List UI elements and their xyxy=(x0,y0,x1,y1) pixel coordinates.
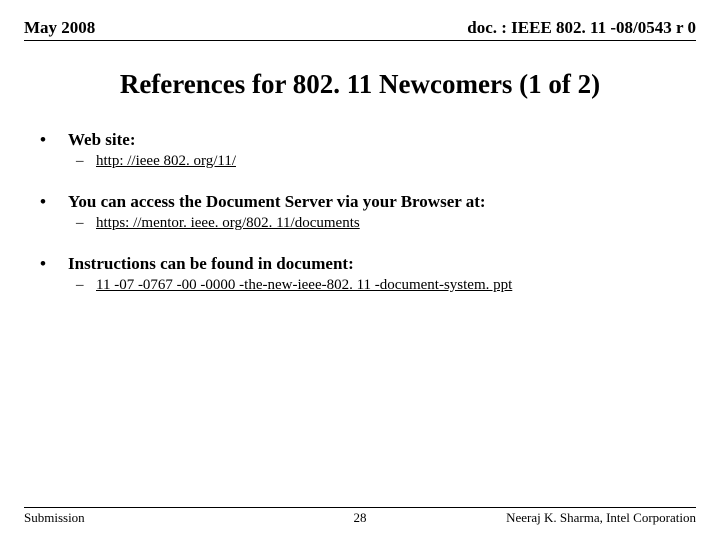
slide-footer: Submission 28 Neeraj K. Sharma, Intel Co… xyxy=(24,507,696,526)
bullet-icon: • xyxy=(40,192,68,212)
bullet-item: • You can access the Document Server via… xyxy=(40,192,688,212)
bullet-icon: • xyxy=(40,254,68,274)
slide: May 2008 doc. : IEEE 802. 11 -08/0543 r … xyxy=(0,0,720,540)
bullet-text: Instructions can be found in document: xyxy=(68,254,354,274)
dash-icon: – xyxy=(76,215,96,232)
slide-content: • Web site: – http: //ieee 802. org/11/ … xyxy=(24,130,696,294)
footer-left: Submission xyxy=(24,510,85,526)
bullet-text: You can access the Document Server via y… xyxy=(68,192,486,212)
slide-header: May 2008 doc. : IEEE 802. 11 -08/0543 r … xyxy=(24,18,696,41)
footer-author: Neeraj K. Sharma, Intel Corporation xyxy=(506,510,696,526)
sub-bullet-item: – http: //ieee 802. org/11/ xyxy=(76,153,688,170)
dash-icon: – xyxy=(76,277,96,294)
sub-bullet-item: – 11 -07 -0767 -00 -0000 -the-new-ieee-8… xyxy=(76,277,688,294)
bullet-item: • Instructions can be found in document: xyxy=(40,254,688,274)
bullet-item: • Web site: xyxy=(40,130,688,150)
slide-title: References for 802. 11 Newcomers (1 of 2… xyxy=(24,69,696,100)
bullet-icon: • xyxy=(40,130,68,150)
dash-icon: – xyxy=(76,153,96,170)
link-text[interactable]: 11 -07 -0767 -00 -0000 -the-new-ieee-802… xyxy=(96,277,512,294)
sub-bullet-item: – https: //mentor. ieee. org/802. 11/doc… xyxy=(76,215,688,232)
link-text[interactable]: https: //mentor. ieee. org/802. 11/docum… xyxy=(96,215,360,232)
bullet-text: Web site: xyxy=(68,130,136,150)
header-docnum: doc. : IEEE 802. 11 -08/0543 r 0 xyxy=(467,18,696,38)
link-text[interactable]: http: //ieee 802. org/11/ xyxy=(96,153,236,170)
header-date: May 2008 xyxy=(24,18,95,38)
